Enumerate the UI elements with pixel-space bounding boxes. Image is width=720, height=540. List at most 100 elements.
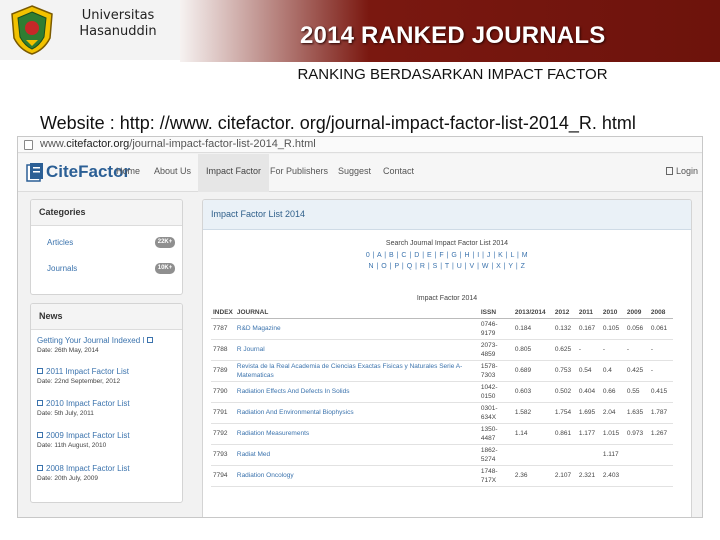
website-screenshot: www.citefactor.org/journal-impact-factor…: [17, 136, 703, 518]
if-2008: [648, 465, 673, 487]
if-2010: -: [600, 339, 625, 361]
if-2012: 0.625: [552, 339, 577, 361]
nav-for-publishers[interactable]: For Publishers: [270, 166, 328, 176]
col-issn: ISSN: [478, 308, 513, 319]
university-block: Universitas Hasanuddin: [0, 0, 180, 60]
journal-link[interactable]: Revista de la Real Academia de Ciencias …: [234, 360, 479, 382]
impact-factor-heading: Impact Factor List 2014: [203, 200, 691, 230]
table-row: 7793 Radiat Med 1862-5274 1.117: [211, 444, 673, 466]
col-2013-2014: 2013/2014: [512, 308, 553, 319]
login-link[interactable]: Login: [665, 166, 698, 176]
if-2013-2014: 0.184: [512, 318, 553, 340]
if-2012: 0.753: [552, 360, 577, 382]
if-2013-2014: 0.689: [512, 360, 553, 382]
if-2010: 2.04: [600, 402, 625, 424]
login-icon: [665, 167, 673, 175]
if-2009: 0.425: [624, 360, 649, 382]
university-name-line1: Universitas: [81, 8, 155, 23]
if-2009: 0.973: [624, 423, 649, 445]
site-navbar: CiteFactor Home About Us Impact Factor F…: [18, 154, 702, 192]
news-item-date: Date: 20th July, 2009: [37, 475, 98, 482]
row-issn: 2073-4859: [478, 339, 513, 361]
if-2011: 0.167: [576, 318, 601, 340]
browser-url[interactable]: www.citefactor.org/journal-impact-factor…: [40, 138, 316, 150]
if-2013-2014: [512, 444, 553, 466]
journal-link[interactable]: Radiation Oncology: [234, 465, 479, 487]
row-issn: 1578-7303: [478, 360, 513, 382]
news-item-title-text: 2009 Impact Factor List: [46, 431, 130, 440]
university-name: Universitas Hasanuddin: [62, 8, 174, 40]
journal-link[interactable]: R&D Magazine: [234, 318, 479, 340]
news-item-title[interactable]: Getting Your Journal Indexed I: [37, 336, 177, 346]
if-2009: [624, 465, 649, 487]
if-2013-2014: 0.805: [512, 339, 553, 361]
login-label: Login: [675, 166, 698, 176]
row-issn: 1350-4487: [478, 423, 513, 445]
nav-home[interactable]: Home: [116, 166, 140, 176]
url-prefix: www.: [40, 138, 67, 150]
category-journals[interactable]: Journals: [47, 264, 77, 273]
if-2013-2014: 1.582: [512, 402, 553, 424]
journal-link[interactable]: Radiation Measurements: [234, 423, 479, 445]
news-item[interactable]: 2009 Impact Factor List Date: 11th Augus…: [37, 431, 177, 451]
row-index: 7791: [211, 402, 235, 424]
news-item-date: Date: 5th July, 2011: [37, 410, 94, 417]
nav-contact[interactable]: Contact: [383, 166, 414, 176]
if-2010: 0.105: [600, 318, 625, 340]
if-2010: 1.015: [600, 423, 625, 445]
if-2009: -: [624, 339, 649, 361]
table-row: 7790 Radiation Effects And Defects In So…: [211, 381, 673, 403]
news-item-title[interactable]: 2008 Impact Factor List: [37, 464, 177, 474]
news-item[interactable]: 2010 Impact Factor List Date: 5th July, …: [37, 399, 177, 419]
col-2008: 2008: [648, 308, 673, 319]
if-2012: 0.861: [552, 423, 577, 445]
if-2009: 1.635: [624, 402, 649, 424]
news-item[interactable]: Getting Your Journal Indexed I Date: 26t…: [37, 336, 177, 356]
row-issn: 1862-5274: [478, 444, 513, 466]
news-item-title[interactable]: 2011 Impact Factor List: [37, 367, 177, 377]
website-caption: Website : http: //www. citefactor. org/j…: [40, 113, 636, 133]
news-item[interactable]: 2011 Impact Factor List Date: 22nd Septe…: [37, 367, 177, 387]
journals-count-badge: 10K+: [155, 263, 175, 274]
alphabet-index-row1[interactable]: 0 | A | B | C | D | E | F | G | H | I | …: [203, 252, 691, 259]
journal-link[interactable]: Radiation Effects And Defects In Solids: [234, 381, 479, 403]
category-articles[interactable]: Articles: [47, 238, 73, 247]
university-name-line2: Hasanuddin: [79, 24, 157, 39]
col-2010: 2010: [600, 308, 625, 319]
row-index: 7793: [211, 444, 235, 466]
if-2008: 0.415: [648, 381, 673, 403]
alphabet-index-row2[interactable]: N | O | P | Q | R | S | T | U | V | W | …: [203, 263, 691, 270]
edit-icon: [37, 465, 43, 471]
if-2009: 0.056: [624, 318, 649, 340]
nav-impact-factor[interactable]: Impact Factor: [198, 154, 270, 192]
news-item-title-text: 2011 Impact Factor List: [46, 367, 129, 376]
edit-icon: [37, 400, 43, 406]
row-index: 7787: [211, 318, 235, 340]
if-2012: 1.754: [552, 402, 577, 424]
table-row: 7787 R&D Magazine 0746-9179 0.184 0.132 …: [211, 318, 673, 340]
categories-panel: Categories Articles 22K+ Journals 10K+: [30, 199, 183, 295]
news-item-title[interactable]: 2010 Impact Factor List: [37, 399, 177, 409]
news-item-date: Date: 22nd September, 2012: [37, 378, 121, 385]
if-2008: 1.787: [648, 402, 673, 424]
news-item[interactable]: 2008 Impact Factor List Date: 20th July,…: [37, 464, 177, 484]
journal-link[interactable]: Radiation And Environmental Biophysics: [234, 402, 479, 424]
if-2009: 0.55: [624, 381, 649, 403]
if-2008: 1.267: [648, 423, 673, 445]
col-2009: 2009: [624, 308, 649, 319]
if-2011: -: [576, 339, 601, 361]
search-label: Search Journal Impact Factor List 2014: [385, 240, 509, 247]
col-2012: 2012: [552, 308, 577, 319]
news-item-title[interactable]: 2009 Impact Factor List: [37, 431, 177, 441]
browser-address-bar[interactable]: www.citefactor.org/journal-impact-factor…: [18, 137, 702, 153]
journal-link[interactable]: R Journal: [234, 339, 479, 361]
if-2011: 0.404: [576, 381, 601, 403]
citefactor-logo-icon: [26, 163, 43, 182]
impact-factor-label: Impact Factor 2014: [416, 295, 478, 302]
news-title: News: [31, 304, 182, 330]
news-item-title-text: Getting Your Journal Indexed I: [37, 336, 145, 345]
nav-about-us[interactable]: About Us: [154, 166, 191, 176]
nav-suggest[interactable]: Suggest: [338, 166, 371, 176]
journal-link[interactable]: Radiat Med: [234, 444, 479, 466]
table-row: 7794 Radiation Oncology 1748-717X 2.36 2…: [211, 465, 673, 487]
